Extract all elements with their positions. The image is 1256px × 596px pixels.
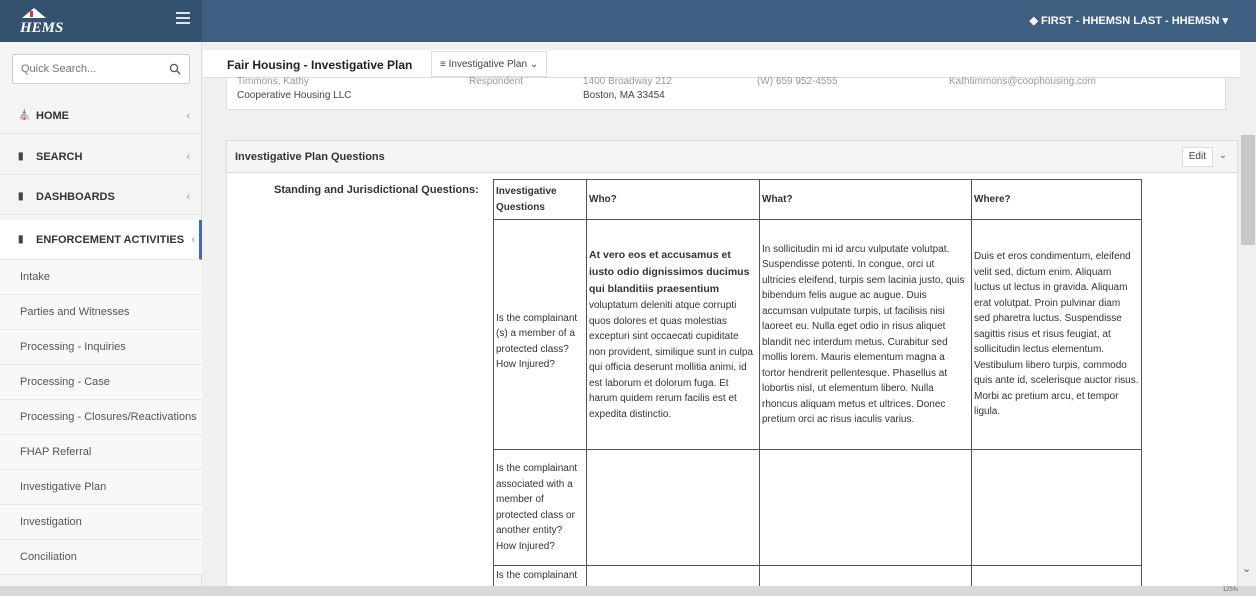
- scrollbar-thumb[interactable]: [1241, 135, 1255, 245]
- col-header-who: Who?: [586, 179, 760, 220]
- who-cell[interactable]: [586, 449, 760, 566]
- sub-item-investigation[interactable]: Investigation: [0, 505, 202, 540]
- question-cell: Is the complainant (s) a member of a pro…: [493, 219, 587, 450]
- chevron-down-icon: ⌄: [527, 59, 539, 70]
- nav-home-label: HOME: [36, 109, 69, 122]
- party-address-line1: 1400 Broadway 212: [583, 76, 672, 87]
- view-dropdown[interactable]: ≡ Investigative Plan ⌄: [431, 51, 548, 77]
- party-email[interactable]: Kathtimmons@coophousing.com: [949, 75, 1096, 89]
- nav-search-label: SEARCH: [36, 150, 83, 163]
- who-cell[interactable]: At vero eos et accusamus et iusto odio d…: [586, 219, 760, 450]
- what-cell[interactable]: In sollicitudin mi id arcu vulputate vol…: [759, 219, 972, 450]
- party-role: Respondent: [469, 76, 523, 87]
- caret-down-icon: ▾: [1219, 15, 1228, 27]
- svg-text:HEMS: HEMS: [19, 20, 63, 36]
- sub-item-processing-closures[interactable]: Processing - Closures/Reactivations: [0, 400, 202, 435]
- quick-search: [12, 54, 190, 84]
- user-menu[interactable]: ◆ FIRST - HHEMSN LAST - HHEMSN ▾: [1029, 14, 1228, 27]
- home-icon: ⛪: [18, 110, 31, 121]
- page-title: Fair Housing - Investigative Plan: [227, 58, 413, 72]
- search-icon[interactable]: [169, 63, 181, 75]
- sub-item-processing-inquiries[interactable]: Processing - Inquiries: [0, 330, 202, 365]
- sub-item-fhap-referral[interactable]: FHAP Referral: [0, 435, 202, 470]
- nav-dashboards[interactable]: ▮ DASHBOARDS ‹: [0, 179, 202, 215]
- party-contact-panel: Timmons, Kathy Cooperative Housing LLC R…: [226, 75, 1226, 110]
- sub-item-parties-witnesses[interactable]: Parties and Witnesses: [0, 295, 202, 330]
- party-company: Cooperative Housing LLC: [237, 90, 352, 101]
- scroll-up-icon[interactable]: ⌃: [1242, 12, 1252, 26]
- chevron-left-icon: ‹: [191, 233, 195, 246]
- section-label: Standing and Jurisdictional Questions:: [274, 184, 479, 196]
- nav-enforcement-label: ENFORCEMENT ACTIVITIES: [36, 233, 185, 246]
- investigative-plan-questions-panel: Investigative Plan Questions Edit ⌄ Stan…: [226, 140, 1238, 596]
- party-address-line2: Boston, MA 33454: [583, 90, 665, 101]
- nav-search[interactable]: ▮ SEARCH ‹: [0, 139, 202, 175]
- who-text: voluptatum deleniti atque corrupti quos …: [589, 300, 753, 420]
- chevron-left-icon: ‹: [186, 109, 190, 122]
- view-dropdown-label: Investigative Plan: [448, 59, 528, 70]
- table-header-row: Investigative Questions Who? What? Where…: [493, 179, 1142, 220]
- question-cell: Is the complainant associated with a mem…: [493, 449, 587, 566]
- panel-header: Investigative Plan Questions Edit ⌄: [227, 141, 1237, 173]
- sidebar: ⛪ HOME ‹ ▮ SEARCH ‹ ▮ DASHBOARDS ‹ ▮ ENFORCEMEN…: [0, 42, 202, 596]
- col-header-questions: Investigative Questions: [493, 179, 587, 220]
- nav-enforcement-activities[interactable]: ▮ ENFORCEMENT ACTIVITIES ‹: [0, 220, 202, 260]
- page-header: Fair Housing - Investigative Plan ≡ Inve…: [203, 50, 1240, 78]
- questions-table: Investigative Questions Who? What? Where…: [493, 179, 1142, 596]
- sub-item-investigative-plan[interactable]: Investigative Plan: [0, 470, 202, 505]
- bookmark-icon: ▮: [18, 151, 24, 162]
- nav-dashboards-label: DASHBOARDS: [36, 190, 115, 203]
- bookmark-icon: ▮: [18, 234, 24, 245]
- party-phone: (W) 659 952-4555: [757, 76, 838, 87]
- sub-item-conciliation[interactable]: Conciliation: [0, 540, 202, 575]
- where-cell[interactable]: [971, 449, 1142, 566]
- table-row: Is the complainant associated with a mem…: [493, 449, 1142, 566]
- status-bar: [0, 586, 1256, 596]
- user-icon: ◆: [1029, 15, 1041, 27]
- chevron-down-icon[interactable]: ⌄: [1215, 147, 1231, 167]
- edit-button[interactable]: Edit: [1181, 147, 1213, 167]
- bookmark-icon: ▮: [18, 191, 24, 202]
- what-cell[interactable]: [759, 449, 972, 566]
- vertical-scrollbar[interactable]: [1240, 42, 1256, 588]
- list-icon: ≡: [440, 59, 449, 70]
- chevron-left-icon: ‹: [186, 190, 190, 203]
- nav-home[interactable]: ⛪ HOME ‹: [0, 98, 202, 134]
- zoom-level[interactable]: 125%: [1223, 587, 1238, 593]
- chevron-left-icon: ‹: [186, 150, 190, 163]
- col-header-what: What?: [759, 179, 972, 220]
- where-cell[interactable]: Duis et eros condimentum, eleifend velit…: [971, 219, 1142, 450]
- sub-item-intake[interactable]: Intake: [0, 260, 202, 295]
- search-input[interactable]: [13, 55, 153, 83]
- logo-area: HEMS: [0, 0, 202, 42]
- user-name: FIRST - HHEMSN LAST - HHEMSN: [1040, 15, 1220, 27]
- table-row: Is the complainant (s) a member of a pro…: [493, 219, 1142, 450]
- sub-item-processing-case[interactable]: Processing - Case: [0, 365, 202, 400]
- who-bold-text: At vero eos et accusamus et iusto odio d…: [589, 249, 750, 295]
- col-header-where: Where?: [971, 179, 1142, 220]
- hems-logo[interactable]: HEMS: [12, 4, 72, 36]
- party-name: Timmons, Kathy: [237, 76, 309, 87]
- menu-toggle-icon[interactable]: [176, 12, 190, 26]
- scroll-down-icon[interactable]: ⌄: [1242, 562, 1251, 575]
- panel-title: Investigative Plan Questions: [235, 151, 385, 163]
- top-navbar: HEMS ◆ FIRST - HHEMSN LAST - HHEMSN ▾ ⌃: [0, 0, 1256, 42]
